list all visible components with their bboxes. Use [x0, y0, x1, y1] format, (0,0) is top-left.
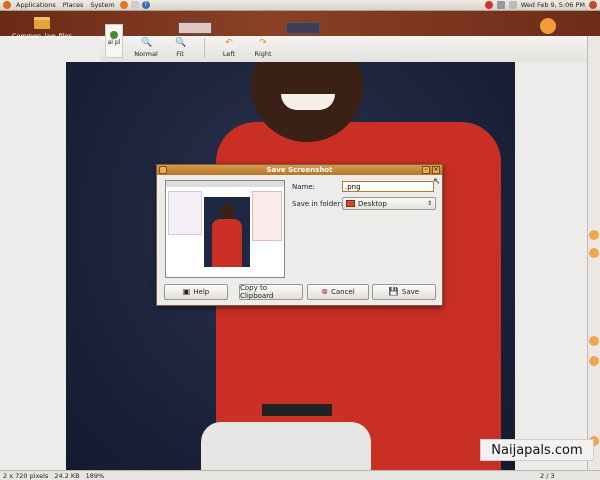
desktop-icon [346, 200, 355, 207]
network-icon[interactable] [496, 1, 505, 9]
zoom-normal-icon: 🔍 [141, 38, 153, 48]
save-button-label: Save [401, 288, 420, 296]
edge-orb-icon[interactable] [589, 230, 599, 240]
panel-tray: Wed Feb 9, 5:06 PM [484, 1, 597, 9]
preview-shirt [212, 219, 242, 267]
help-button[interactable]: ▣ Help [164, 284, 228, 300]
preview-face [220, 203, 234, 219]
ubuntu-logo-icon[interactable] [3, 1, 11, 9]
power-icon[interactable] [589, 1, 597, 9]
filename-input[interactable] [342, 181, 434, 192]
toolbar-separator [204, 38, 205, 58]
help-button-label: Help [193, 288, 210, 296]
desktop-folder-icon[interactable]: Common_law_files [10, 17, 74, 40]
zoom-normal-button[interactable]: 🔍 Normal [134, 38, 158, 58]
menu-system[interactable]: System [88, 1, 116, 9]
photo-smile [281, 94, 335, 110]
rotate-left-button[interactable]: ↶ Left [217, 38, 241, 58]
preview-photo [204, 197, 250, 267]
close-icon[interactable]: × [432, 166, 440, 174]
volume-icon[interactable] [508, 1, 517, 9]
top-panel: Applications Places System ? Wed Feb 9, … [0, 0, 600, 11]
desktop-orb-icon [540, 18, 556, 34]
photo-pants [201, 422, 371, 470]
panel-clock[interactable]: Wed Feb 9, 5:06 PM [521, 1, 585, 9]
folder-select[interactable]: Desktop ⇕ [342, 197, 436, 210]
partial-window[interactable]: al pl [105, 24, 123, 58]
notification-icon[interactable] [403, 1, 411, 9]
chevron-updown-icon: ⇕ [426, 200, 432, 207]
window-thumbnail[interactable] [286, 22, 320, 34]
folder-icon [34, 17, 50, 29]
help-icon[interactable]: ? [141, 1, 150, 9]
cancel-button-label: Cancel [330, 288, 355, 296]
stop-icon[interactable] [484, 1, 493, 9]
zoom-fit-label: Fit [176, 50, 184, 58]
dialog-title-bar[interactable]: Save Screenshot – × [157, 165, 442, 175]
side-panel-edge [587, 36, 600, 470]
viewer-toolbar: al pl ut 🔍 Normal 🔍 Fit ↶ Left ↷ Right [100, 24, 590, 62]
globe-icon [110, 31, 118, 39]
dialog-title: Save Screenshot [266, 166, 333, 174]
window-thumbnail[interactable] [178, 22, 212, 34]
rotate-right-label: Right [254, 50, 272, 58]
preview-left-panel [168, 191, 202, 235]
help-icon: ▣ [182, 287, 191, 296]
edge-orb-icon[interactable] [589, 356, 599, 366]
copy-to-clipboard-button[interactable]: Copy to Clipboard [239, 284, 303, 300]
screenshot-preview [165, 180, 285, 278]
folder-label: Save in folder: [292, 200, 343, 208]
mouse-cursor-icon: ↖ [433, 177, 441, 187]
status-dimensions: 2 x 720 pixels [3, 471, 49, 480]
rotate-left-icon: ↶ [225, 38, 233, 48]
window-menu-icon[interactable] [159, 166, 167, 174]
viewer-status-bar: 2 x 720 pixels 24.2 KB 189% 2 / 3 [0, 470, 600, 480]
save-button[interactable]: 💾 Save [372, 284, 436, 300]
status-page-count: 2 / 3 [540, 471, 555, 480]
cancel-button[interactable]: ⊗ Cancel [307, 284, 369, 300]
save-icon: 💾 [388, 287, 399, 296]
watermark: Naijapals.com [480, 439, 594, 461]
zoom-normal-label: Normal [134, 50, 158, 58]
preview-toolbar [166, 181, 284, 187]
status-zoom: 189% [85, 471, 105, 480]
zoom-fit-button[interactable]: 🔍 Fit [168, 38, 192, 58]
menu-applications[interactable]: Applications [14, 1, 58, 9]
rotate-right-icon: ↷ [259, 38, 267, 48]
photo-belt [262, 404, 332, 416]
rotate-left-label: Left [222, 50, 236, 58]
rotate-right-button[interactable]: ↷ Right [251, 38, 275, 58]
name-label: Name: [292, 183, 316, 191]
edge-orb-icon[interactable] [589, 248, 599, 258]
save-screenshot-dialog: Save Screenshot – × Name: Save in folder… [156, 164, 443, 306]
folder-select-value: Desktop [358, 199, 387, 208]
minimize-icon[interactable]: – [422, 166, 430, 174]
mail-icon[interactable] [130, 1, 139, 9]
preview-right-panel [252, 191, 282, 241]
cancel-icon: ⊗ [321, 287, 328, 296]
partial-window-label: al pl [107, 39, 121, 46]
zoom-fit-icon: 🔍 [175, 38, 187, 48]
edge-orb-icon[interactable] [589, 336, 599, 346]
status-size: 24.2 KB [54, 471, 80, 480]
menu-places[interactable]: Places [61, 1, 86, 9]
copy-button-label: Copy to Clipboard [240, 284, 274, 300]
firefox-icon[interactable] [119, 1, 128, 9]
desktop-folder-label: Common_law_files [11, 32, 73, 40]
